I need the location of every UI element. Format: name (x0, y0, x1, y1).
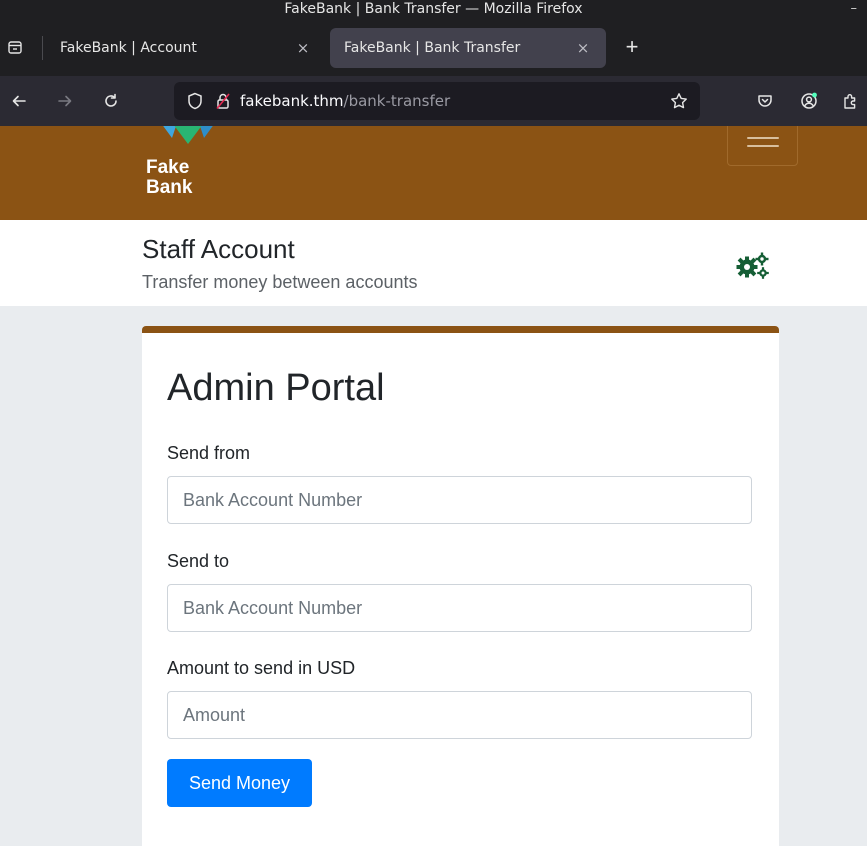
logo-line-1: Fake (146, 157, 190, 178)
hamburger-bar (746, 137, 779, 139)
hamburger-menu-icon[interactable] (727, 126, 798, 166)
tab-title: FakeBank | Bank Transfer (344, 40, 521, 56)
url-path: /bank-transfer (343, 92, 451, 110)
gears-icon[interactable] (736, 252, 770, 285)
back-arrow-icon[interactable] (6, 88, 32, 114)
tracking-shield-icon[interactable] (184, 92, 206, 110)
url-domain: fakebank.thm (240, 92, 344, 110)
page-subtitle: Transfer money between accounts (142, 272, 418, 292)
tab-strip: FakeBank | Account × FakeBank | Bank Tra… (0, 20, 867, 76)
logo-line-2: Bank (146, 177, 193, 198)
tab-list-icon[interactable] (0, 32, 30, 62)
site-header: Fake Bank (0, 126, 867, 220)
transfer-card: Admin Portal Send from Send to Amount to… (142, 326, 779, 846)
page-title: Staff Account (142, 234, 295, 264)
pocket-icon[interactable] (752, 88, 778, 114)
send-from-label: Send from (167, 443, 251, 463)
send-money-button[interactable]: Send Money (167, 759, 312, 807)
close-icon[interactable]: × (574, 39, 592, 57)
insecure-lock-icon[interactable] (212, 92, 234, 110)
nav-toolbar: fakebank.thm/bank-transfer (0, 76, 867, 126)
tab-bank-transfer[interactable]: FakeBank | Bank Transfer × (330, 28, 606, 68)
send-from-input[interactable] (167, 476, 752, 524)
reload-icon[interactable] (98, 88, 124, 114)
bank-logo-text[interactable]: Fake Bank (146, 158, 192, 198)
amount-label: Amount to send in USD (167, 658, 356, 678)
forward-arrow-icon[interactable] (52, 88, 78, 114)
window-title: FakeBank | Bank Transfer — Mozilla Firef… (284, 1, 583, 17)
url-bar[interactable]: fakebank.thm/bank-transfer (174, 82, 700, 120)
bank-logo-mark[interactable] (150, 126, 226, 153)
tab-title: FakeBank | Account (60, 40, 197, 56)
send-to-label: Send to (167, 551, 230, 571)
new-tab-button[interactable]: + (620, 36, 644, 60)
card-title: Admin Portal (167, 367, 385, 409)
page-header: Staff Account Transfer money between acc… (0, 220, 867, 306)
star-icon[interactable] (668, 92, 690, 110)
url-text[interactable]: fakebank.thm/bank-transfer (240, 92, 668, 110)
account-icon[interactable] (796, 88, 822, 114)
tab-separator (42, 36, 43, 60)
tab-account[interactable]: FakeBank | Account × (46, 28, 326, 68)
send-to-input[interactable] (167, 584, 752, 632)
window-titlebar: FakeBank | Bank Transfer — Mozilla Firef… (0, 0, 867, 20)
amount-input[interactable] (167, 691, 752, 739)
extensions-icon[interactable] (838, 88, 864, 114)
close-icon[interactable]: × (294, 39, 312, 57)
minimize-button[interactable]: – (851, 0, 858, 18)
hamburger-bar (746, 145, 779, 147)
